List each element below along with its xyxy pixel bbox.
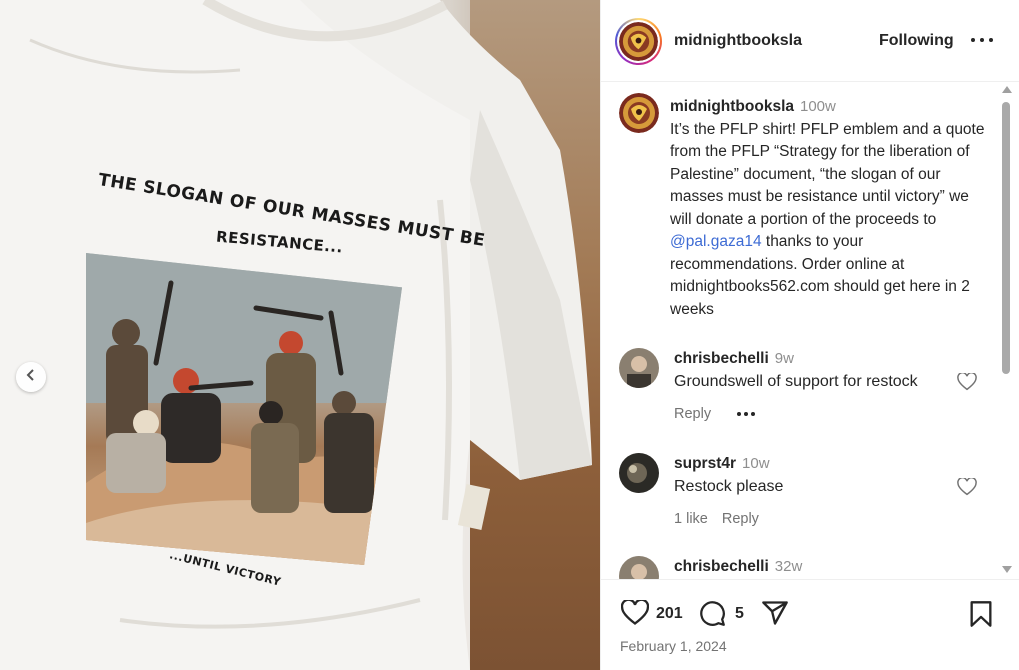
chevron-left-icon	[25, 368, 37, 386]
caption-username[interactable]: midnightbooksla	[670, 98, 794, 115]
header-username[interactable]: midnightbooksla	[674, 32, 802, 50]
comment-header: chrisbechelli 32w	[674, 558, 802, 576]
comment-header: chrisbechelli 9w	[674, 350, 794, 368]
comment-actions: 1 like Reply	[674, 511, 759, 527]
author-logo-icon	[619, 22, 658, 61]
post-header: midnightbooksla Following	[601, 0, 1019, 82]
share-paper-plane-icon[interactable]	[761, 600, 789, 631]
caption-avatar[interactable]	[619, 93, 659, 133]
post-side-panel: midnightbooksla Following midnightbooksl…	[600, 0, 1019, 670]
comment-item: chrisbechelli 9w Groundswell of support f…	[601, 348, 1019, 438]
commenter-avatar[interactable]	[619, 453, 659, 493]
comment-time: 9w	[774, 350, 794, 367]
caption-time: 100w	[800, 98, 836, 115]
comment-item: chrisbechelli 32w	[601, 556, 1019, 579]
comment-header: suprst4r 10w	[674, 455, 770, 473]
comment-username[interactable]: chrisbechelli	[674, 350, 769, 367]
comment-item: suprst4r 10w Restock please 1 like Reply	[601, 453, 1019, 543]
caption-mention-link[interactable]: @pal.gaza14	[670, 233, 762, 250]
caption-text-start: It’s the PFLP shirt! PFLP emblem and a q…	[670, 120, 985, 228]
comment-more-options-icon[interactable]	[737, 412, 756, 416]
like-heart-icon[interactable]	[620, 598, 650, 631]
previous-image-button[interactable]	[16, 362, 46, 392]
scroll-up-arrow-icon[interactable]	[1002, 86, 1012, 93]
author-logo-icon	[619, 93, 659, 133]
reply-button[interactable]: Reply	[674, 406, 711, 422]
comments-list[interactable]: midnightbooksla 100w It’s the PFLP shirt!…	[601, 82, 1019, 579]
comment-username[interactable]: chrisbechelli	[674, 558, 769, 575]
comment-time: 10w	[742, 455, 770, 472]
save-bookmark-icon[interactable]	[969, 600, 993, 633]
post-photo: THE SLOGAN OF OUR MASSES MUST BE RESISTA…	[0, 0, 600, 670]
comment-username[interactable]: suprst4r	[674, 455, 736, 472]
commenter-avatar[interactable]	[619, 348, 659, 388]
post-date: February 1, 2024	[620, 638, 727, 654]
comment-text: Groundswell of support for restock	[674, 373, 918, 390]
reply-button[interactable]: Reply	[722, 511, 759, 527]
comment-actions: Reply	[674, 406, 756, 422]
comment-like-count[interactable]: 1 like	[674, 511, 708, 527]
post-caption: midnightbooksla 100w It’s the PFLP shirt!…	[670, 96, 990, 321]
scroll-down-arrow-icon[interactable]	[1002, 566, 1012, 573]
comment-bubble-icon[interactable]	[699, 600, 726, 632]
print-photograph	[86, 253, 402, 565]
commenter-avatar[interactable]	[619, 556, 659, 579]
comment-text: Restock please	[674, 478, 784, 495]
post-footer: 201 5 February 1, 2024	[601, 579, 1019, 670]
comment-time: 32w	[774, 558, 803, 575]
scrollbar-thumb[interactable]	[1002, 102, 1010, 374]
likes-count[interactable]: 201	[656, 605, 683, 623]
comment-like-heart-icon[interactable]	[957, 371, 979, 393]
more-options-icon[interactable]	[971, 30, 993, 50]
comments-count[interactable]: 5	[735, 605, 744, 623]
comments-scrollbar[interactable]	[1000, 86, 1013, 578]
author-avatar[interactable]	[615, 18, 662, 65]
following-button[interactable]: Following	[879, 32, 954, 50]
comment-like-heart-icon[interactable]	[957, 476, 979, 498]
